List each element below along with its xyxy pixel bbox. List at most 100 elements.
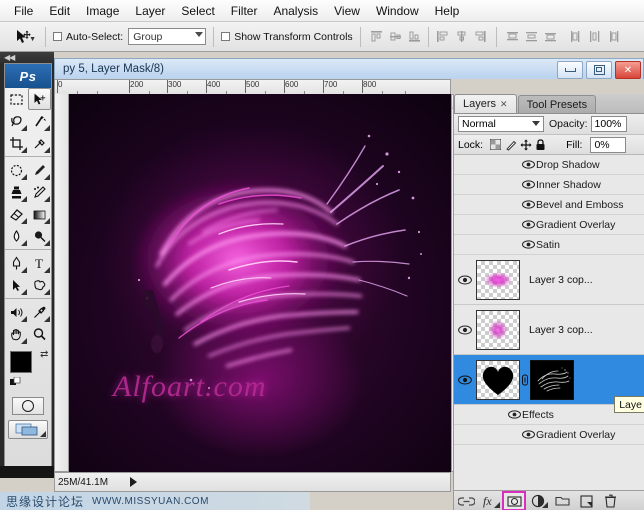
eyedropper-tool[interactable]	[28, 132, 51, 154]
eye-icon[interactable]	[520, 430, 536, 439]
eraser-tool[interactable]	[5, 203, 28, 225]
crop-tool[interactable]	[5, 132, 28, 154]
new-group-button[interactable]	[550, 491, 574, 510]
move-tool-icon[interactable]: ▼	[8, 26, 38, 48]
menu-edit[interactable]: Edit	[41, 1, 78, 21]
align-horizontal-centers-icon[interactable]	[453, 28, 470, 45]
move-tool[interactable]	[28, 88, 51, 110]
effect-row-inner-shadow[interactable]: Inner Shadow	[454, 175, 644, 195]
menu-file[interactable]: File	[6, 1, 41, 21]
table-row[interactable]: Layer 3 cop...	[454, 255, 644, 305]
align-right-edges-icon[interactable]	[472, 28, 489, 45]
lock-position-icon[interactable]	[518, 137, 533, 152]
eye-icon[interactable]	[454, 375, 476, 385]
effect-row-satin[interactable]: Satin	[454, 235, 644, 255]
default-colors-icon[interactable]	[10, 377, 21, 388]
eye-icon[interactable]	[520, 200, 536, 209]
eye-icon[interactable]	[506, 410, 522, 419]
audio-annotation-tool[interactable]	[5, 301, 28, 323]
dodge-tool[interactable]	[28, 225, 51, 247]
menu-window[interactable]: Window	[368, 1, 427, 21]
pen-tool[interactable]	[5, 252, 28, 274]
distribute-left-edges-icon[interactable]	[567, 28, 584, 45]
link-layers-button[interactable]	[454, 491, 478, 510]
close-button[interactable]: ✕	[615, 61, 641, 79]
path-selection-tool[interactable]	[5, 274, 28, 296]
delete-layer-button[interactable]	[598, 491, 622, 510]
vertical-ruler[interactable]	[54, 94, 69, 472]
align-left-edges-icon[interactable]	[434, 28, 451, 45]
distribute-horizontal-centers-icon[interactable]	[586, 28, 603, 45]
history-brush-tool[interactable]	[28, 181, 51, 203]
distribute-vertical-centers-icon[interactable]	[523, 28, 540, 45]
distribute-right-edges-icon[interactable]	[605, 28, 622, 45]
layer-thumbnail[interactable]	[476, 310, 520, 350]
menu-filter[interactable]: Filter	[223, 1, 266, 21]
effect-row-gradient-overlay[interactable]: Gradient Overlay	[454, 215, 644, 235]
layer-list[interactable]: Drop Shadow Inner Shadow Bevel and Embos…	[454, 155, 644, 490]
layer-thumbnail[interactable]	[476, 360, 520, 400]
auto-select-dropdown[interactable]: Group	[128, 28, 206, 45]
eye-icon[interactable]	[520, 180, 536, 189]
add-layer-mask-button[interactable]	[502, 491, 526, 510]
custom-shape-tool[interactable]	[28, 274, 51, 296]
table-row[interactable]: Layer 3 cop...	[454, 305, 644, 355]
effect-row-gradient-overlay-2[interactable]: Gradient Overlay	[454, 425, 644, 445]
menu-image[interactable]: Image	[78, 1, 127, 21]
close-icon[interactable]: ✕	[500, 99, 508, 110]
tab-layers[interactable]: Layers ✕	[454, 94, 517, 113]
canvas[interactable]: Alfoart.com	[69, 94, 451, 472]
align-vertical-centers-icon[interactable]	[387, 28, 404, 45]
distribute-top-edges-icon[interactable]	[504, 28, 521, 45]
align-top-edges-icon[interactable]	[368, 28, 385, 45]
blur-tool[interactable]	[5, 225, 28, 247]
lasso-tool[interactable]	[5, 110, 28, 132]
opacity-input[interactable]: 100%	[591, 116, 627, 132]
distribute-bottom-edges-icon[interactable]	[542, 28, 559, 45]
magic-wand-tool[interactable]	[28, 110, 51, 132]
document-title-bar[interactable]: py 5, Layer Mask/8) ✕	[54, 58, 644, 79]
menu-view[interactable]: View	[326, 1, 368, 21]
restore-button[interactable]	[586, 61, 612, 79]
status-menu-arrow-icon[interactable]	[130, 477, 137, 487]
menu-select[interactable]: Select	[173, 1, 222, 21]
auto-select-checkbox[interactable]	[53, 32, 62, 41]
brush-tool[interactable]	[28, 159, 51, 181]
new-adjustment-layer-button[interactable]	[526, 491, 550, 510]
blend-mode-dropdown[interactable]: Normal	[458, 116, 544, 132]
lock-all-icon[interactable]	[533, 137, 548, 152]
add-layer-style-button[interactable]: fx	[478, 491, 502, 510]
clone-stamp-tool[interactable]	[5, 181, 28, 203]
gradient-tool[interactable]	[28, 203, 51, 225]
tool-preset-chevron-icon[interactable]: ▼	[29, 36, 36, 43]
foreground-color-swatch[interactable]	[10, 351, 32, 373]
link-mask-icon[interactable]	[520, 371, 530, 389]
show-transform-controls-checkbox[interactable]	[221, 32, 230, 41]
layer-mask-thumbnail[interactable]	[530, 360, 574, 400]
eye-icon[interactable]	[520, 160, 536, 169]
new-layer-button[interactable]	[574, 491, 598, 510]
menu-help[interactable]: Help	[427, 1, 468, 21]
rectangular-marquee-tool[interactable]	[5, 88, 28, 110]
effect-row-bevel-and-emboss[interactable]: Bevel and Emboss	[454, 195, 644, 215]
eye-icon[interactable]	[520, 220, 536, 229]
hand-tool[interactable]	[5, 323, 28, 345]
screen-mode-button[interactable]	[8, 420, 48, 439]
quick-mask-mode-button[interactable]	[12, 397, 44, 415]
horizontal-ruler[interactable]: 0 200 300 400 500 600 700 800	[54, 79, 451, 94]
align-bottom-edges-icon[interactable]	[406, 28, 423, 45]
healing-brush-tool[interactable]	[5, 159, 28, 181]
menu-layer[interactable]: Layer	[127, 1, 173, 21]
effect-row-drop-shadow[interactable]: Drop Shadow	[454, 155, 644, 175]
eye-icon[interactable]	[520, 240, 536, 249]
eyedropper-sample-tool[interactable]	[28, 301, 51, 323]
zoom-tool[interactable]	[28, 323, 51, 345]
eye-icon[interactable]	[454, 325, 476, 335]
collapse-panel-button[interactable]: ◀◀	[0, 52, 54, 63]
layer-thumbnail[interactable]	[476, 260, 520, 300]
lock-image-pixels-icon[interactable]	[503, 137, 518, 152]
type-tool[interactable]: T	[28, 252, 51, 274]
eye-icon[interactable]	[454, 275, 476, 285]
menu-analysis[interactable]: Analysis	[265, 1, 326, 21]
lock-transparent-pixels-icon[interactable]	[488, 137, 503, 152]
